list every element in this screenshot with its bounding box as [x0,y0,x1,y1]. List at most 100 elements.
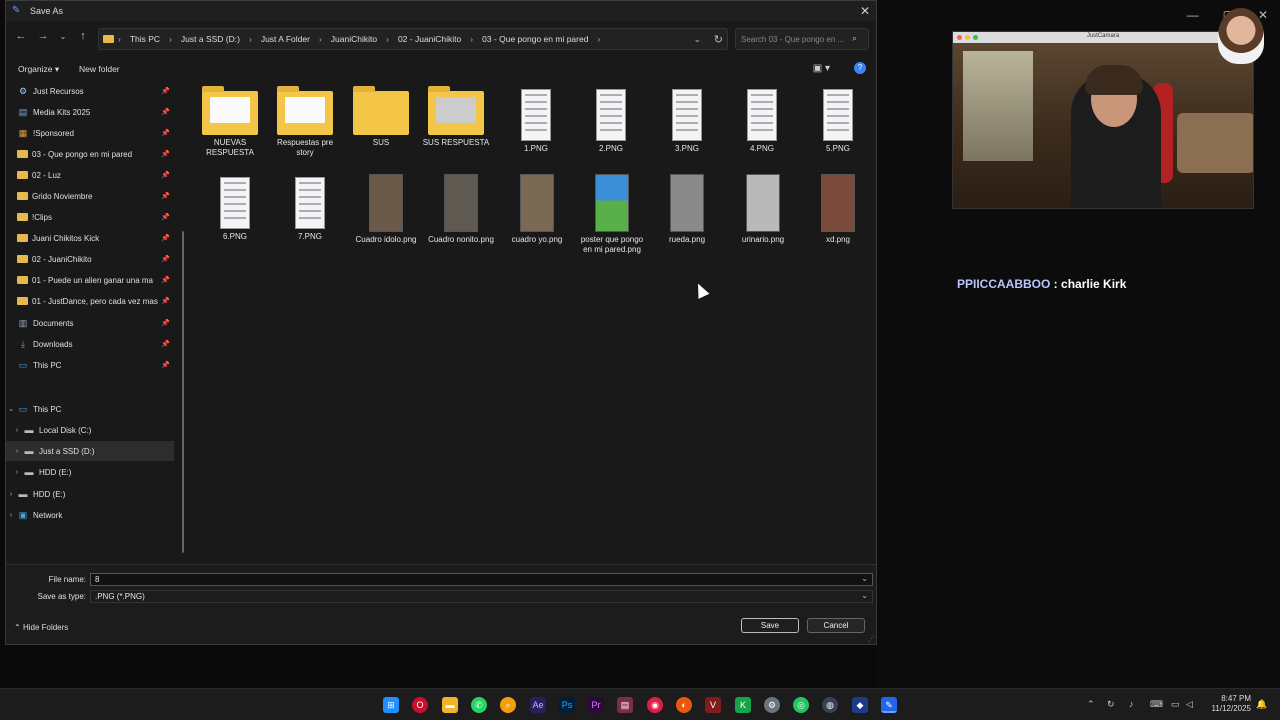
sidebar-item-juanichikito[interactable]: 02 - JuaniChikito 📌 [6,249,174,269]
obs-icon[interactable]: ◉ [647,697,663,713]
file-item[interactable]: cuadro yo.png [501,171,573,245]
whatsapp-icon[interactable]: ✆ [471,697,487,713]
breadcrumb-item[interactable]: Just a SSD (D:) [181,34,240,44]
breadcrumb-item[interactable]: Just A Folder [261,34,310,44]
file-explorer-icon[interactable]: ▬ [442,697,458,713]
close-icon[interactable]: ✕ [860,4,870,18]
resize-grip-icon[interactable]: ⋰ [868,635,875,643]
sync-icon[interactable]: ↻ [1107,699,1115,710]
microphone-icon[interactable]: ♪ [1129,699,1134,709]
firefox-icon[interactable]: ◐ [676,697,692,713]
recent-chevron-icon[interactable]: ⌄ [56,32,70,41]
tree-item-hdd[interactable]: › ▬ HDD (E:) [6,462,174,482]
sidebar-item-justdance[interactable]: 01 - JustDance, pero cada vez mas 📌 [6,291,174,311]
kick-icon[interactable]: K [735,697,751,713]
forward-arrow-icon[interactable]: → [36,30,50,42]
file-item[interactable]: SUS RESPUESTA [420,83,492,148]
sidebar-item-media-kits[interactable]: ▤ Media Kits 2025 📌 [6,102,174,122]
chevron-right-icon[interactable]: › [6,512,16,519]
volume-icon[interactable]: ◁ [1186,699,1193,710]
tree-item-hdd-root[interactable]: › ▬ HDD (E:) [6,484,174,504]
chrome-icon[interactable]: ◎ [793,697,809,713]
minimize-icon[interactable]: — [1187,8,1199,22]
file-item[interactable]: poster que pongo en mi pared.png [576,171,648,255]
keyboard-icon[interactable]: ⌨ [1150,699,1163,710]
file-item[interactable]: 3.PNG [651,83,723,154]
chevron-right-icon[interactable]: › [6,491,16,498]
chevron-down-icon[interactable]: ⌄ [861,574,868,583]
chevron-down-icon[interactable]: ⌄ [861,591,868,600]
file-item[interactable]: Cuadro idolo.png [350,171,422,245]
start-icon[interactable]: ⊞ [383,697,399,713]
valorant-icon[interactable]: V [705,697,721,713]
new-folder-button[interactable]: New folder [79,64,120,74]
file-item[interactable]: Cuadro nonito.png [425,171,497,245]
breadcrumb-item[interactable]: 03 - Que pongo en mi pared [482,34,588,44]
file-item[interactable]: 1.PNG [500,83,572,154]
chevron-right-icon[interactable]: › [12,448,22,455]
cancel-button[interactable]: Cancel [807,618,865,633]
file-item[interactable]: 4.PNG [726,83,798,154]
file-item[interactable]: NUEVAS RESPUESTA [194,83,266,158]
search-app-icon[interactable]: ⌕ [500,697,516,713]
file-item[interactable]: urinario.png [727,171,799,245]
steam-icon[interactable]: ◍ [822,697,838,713]
file-item[interactable]: 7.PNG [274,171,346,242]
sidebar-item-documents[interactable]: ▥ Documents 📌 [6,313,174,333]
hide-folders-button[interactable]: ⌃ Hide Folders [14,623,68,632]
network-icon[interactable]: ▭ [1171,699,1180,710]
file-item[interactable]: SUS [345,83,417,148]
view-options-icon[interactable]: ▣ ▾ [813,63,830,74]
sidebar-item-luz[interactable]: 02 - Luz 📌 [6,165,174,185]
sidebar-item-sponsored[interactable]: ▦ !Sponsored 📌 [6,123,174,143]
sidebar-item-grido[interactable]: Grido Noviembre 📌 [6,186,174,206]
file-item[interactable]: rueda.png [651,171,723,245]
breadcrumb-item[interactable]: JuaniChikito [331,34,377,44]
file-item[interactable]: 5.PNG [802,83,874,154]
organize-button[interactable]: Organize ▾ [18,64,59,75]
sidebar-item-clips[interactable]: !Clips 📌 [6,207,174,227]
save-button[interactable]: Save [741,618,799,633]
search-icon[interactable]: ⌕ [852,33,870,44]
tree-item-this-pc[interactable]: ⌄ ▭ This PC [6,399,174,419]
up-arrow-icon[interactable]: ↑ [76,30,90,42]
file-name-input[interactable]: 8 ⌄ [90,573,873,586]
tree-item-network[interactable]: › ▣ Network [6,505,174,525]
file-item[interactable]: 2.PNG [575,83,647,154]
sidebar-item-que-pongo[interactable]: 03 - Que pongo en mi pared 📌 [6,144,174,164]
opera-icon[interactable]: O [412,697,428,713]
clock[interactable]: 8:47 PM 11/12/2025 [1212,694,1251,714]
tree-item-ssd[interactable]: › ▬ Just a SSD (D:) [6,441,174,461]
search-input[interactable]: Search 03 - Que pongo en ... [735,28,869,50]
media-encoder-icon[interactable]: ▤ [617,697,633,713]
help-icon[interactable]: ? [854,62,866,74]
after-effects-icon[interactable]: Ae [530,697,546,713]
premiere-icon[interactable]: Pr [588,697,604,713]
paint-icon[interactable]: ✎ [881,697,897,713]
refresh-icon[interactable]: ↻ [714,33,723,46]
chevron-right-icon[interactable]: › [12,427,22,434]
chevron-down-icon[interactable]: ⌄ [6,405,16,413]
sidebar-item-this-pc[interactable]: ▭ This PC 📌 [6,355,174,375]
tree-item-local-disk[interactable]: › ▬ Local Disk (C:) [6,420,174,440]
breadcrumb-item[interactable]: 02 - JuaniChikito [398,34,461,44]
sidebar-scrollbar[interactable] [182,231,184,553]
chevron-right-icon[interactable]: › [12,469,22,476]
save-type-select[interactable]: .PNG (*.PNG) ⌄ [90,590,873,603]
address-bar[interactable]: › This PC › Just a SSD (D:) › Just A Fol… [98,28,728,50]
notification-icon[interactable]: 🔔 [1256,699,1267,710]
chevron-down-icon[interactable]: ⌄ [693,34,701,45]
file-item[interactable]: 6.PNG [199,171,271,242]
settings-icon[interactable]: ⚙ [764,697,780,713]
file-item[interactable]: xd.png [802,171,874,245]
back-arrow-icon[interactable]: ← [14,30,28,42]
sidebar-item-downloads[interactable]: ⤓ Downloads 📌 [6,334,174,354]
sidebar-item-alien[interactable]: 01 - Puede un alien ganar una ma 📌 [6,270,174,290]
sidebar-item-kick[interactable]: Juani Chikitos Kick 📌 [6,228,174,248]
chevron-up-icon[interactable]: ⌃ [1087,699,1095,710]
photoshop-icon[interactable]: Ps [559,697,575,713]
breadcrumb-item[interactable]: This PC [130,34,160,44]
sidebar-item-just-recursos[interactable]: ⚙ Just Recursos 📌 [6,81,174,101]
file-item[interactable]: Respuestas pre story [269,83,341,158]
app-icon[interactable]: ◆ [852,697,868,713]
